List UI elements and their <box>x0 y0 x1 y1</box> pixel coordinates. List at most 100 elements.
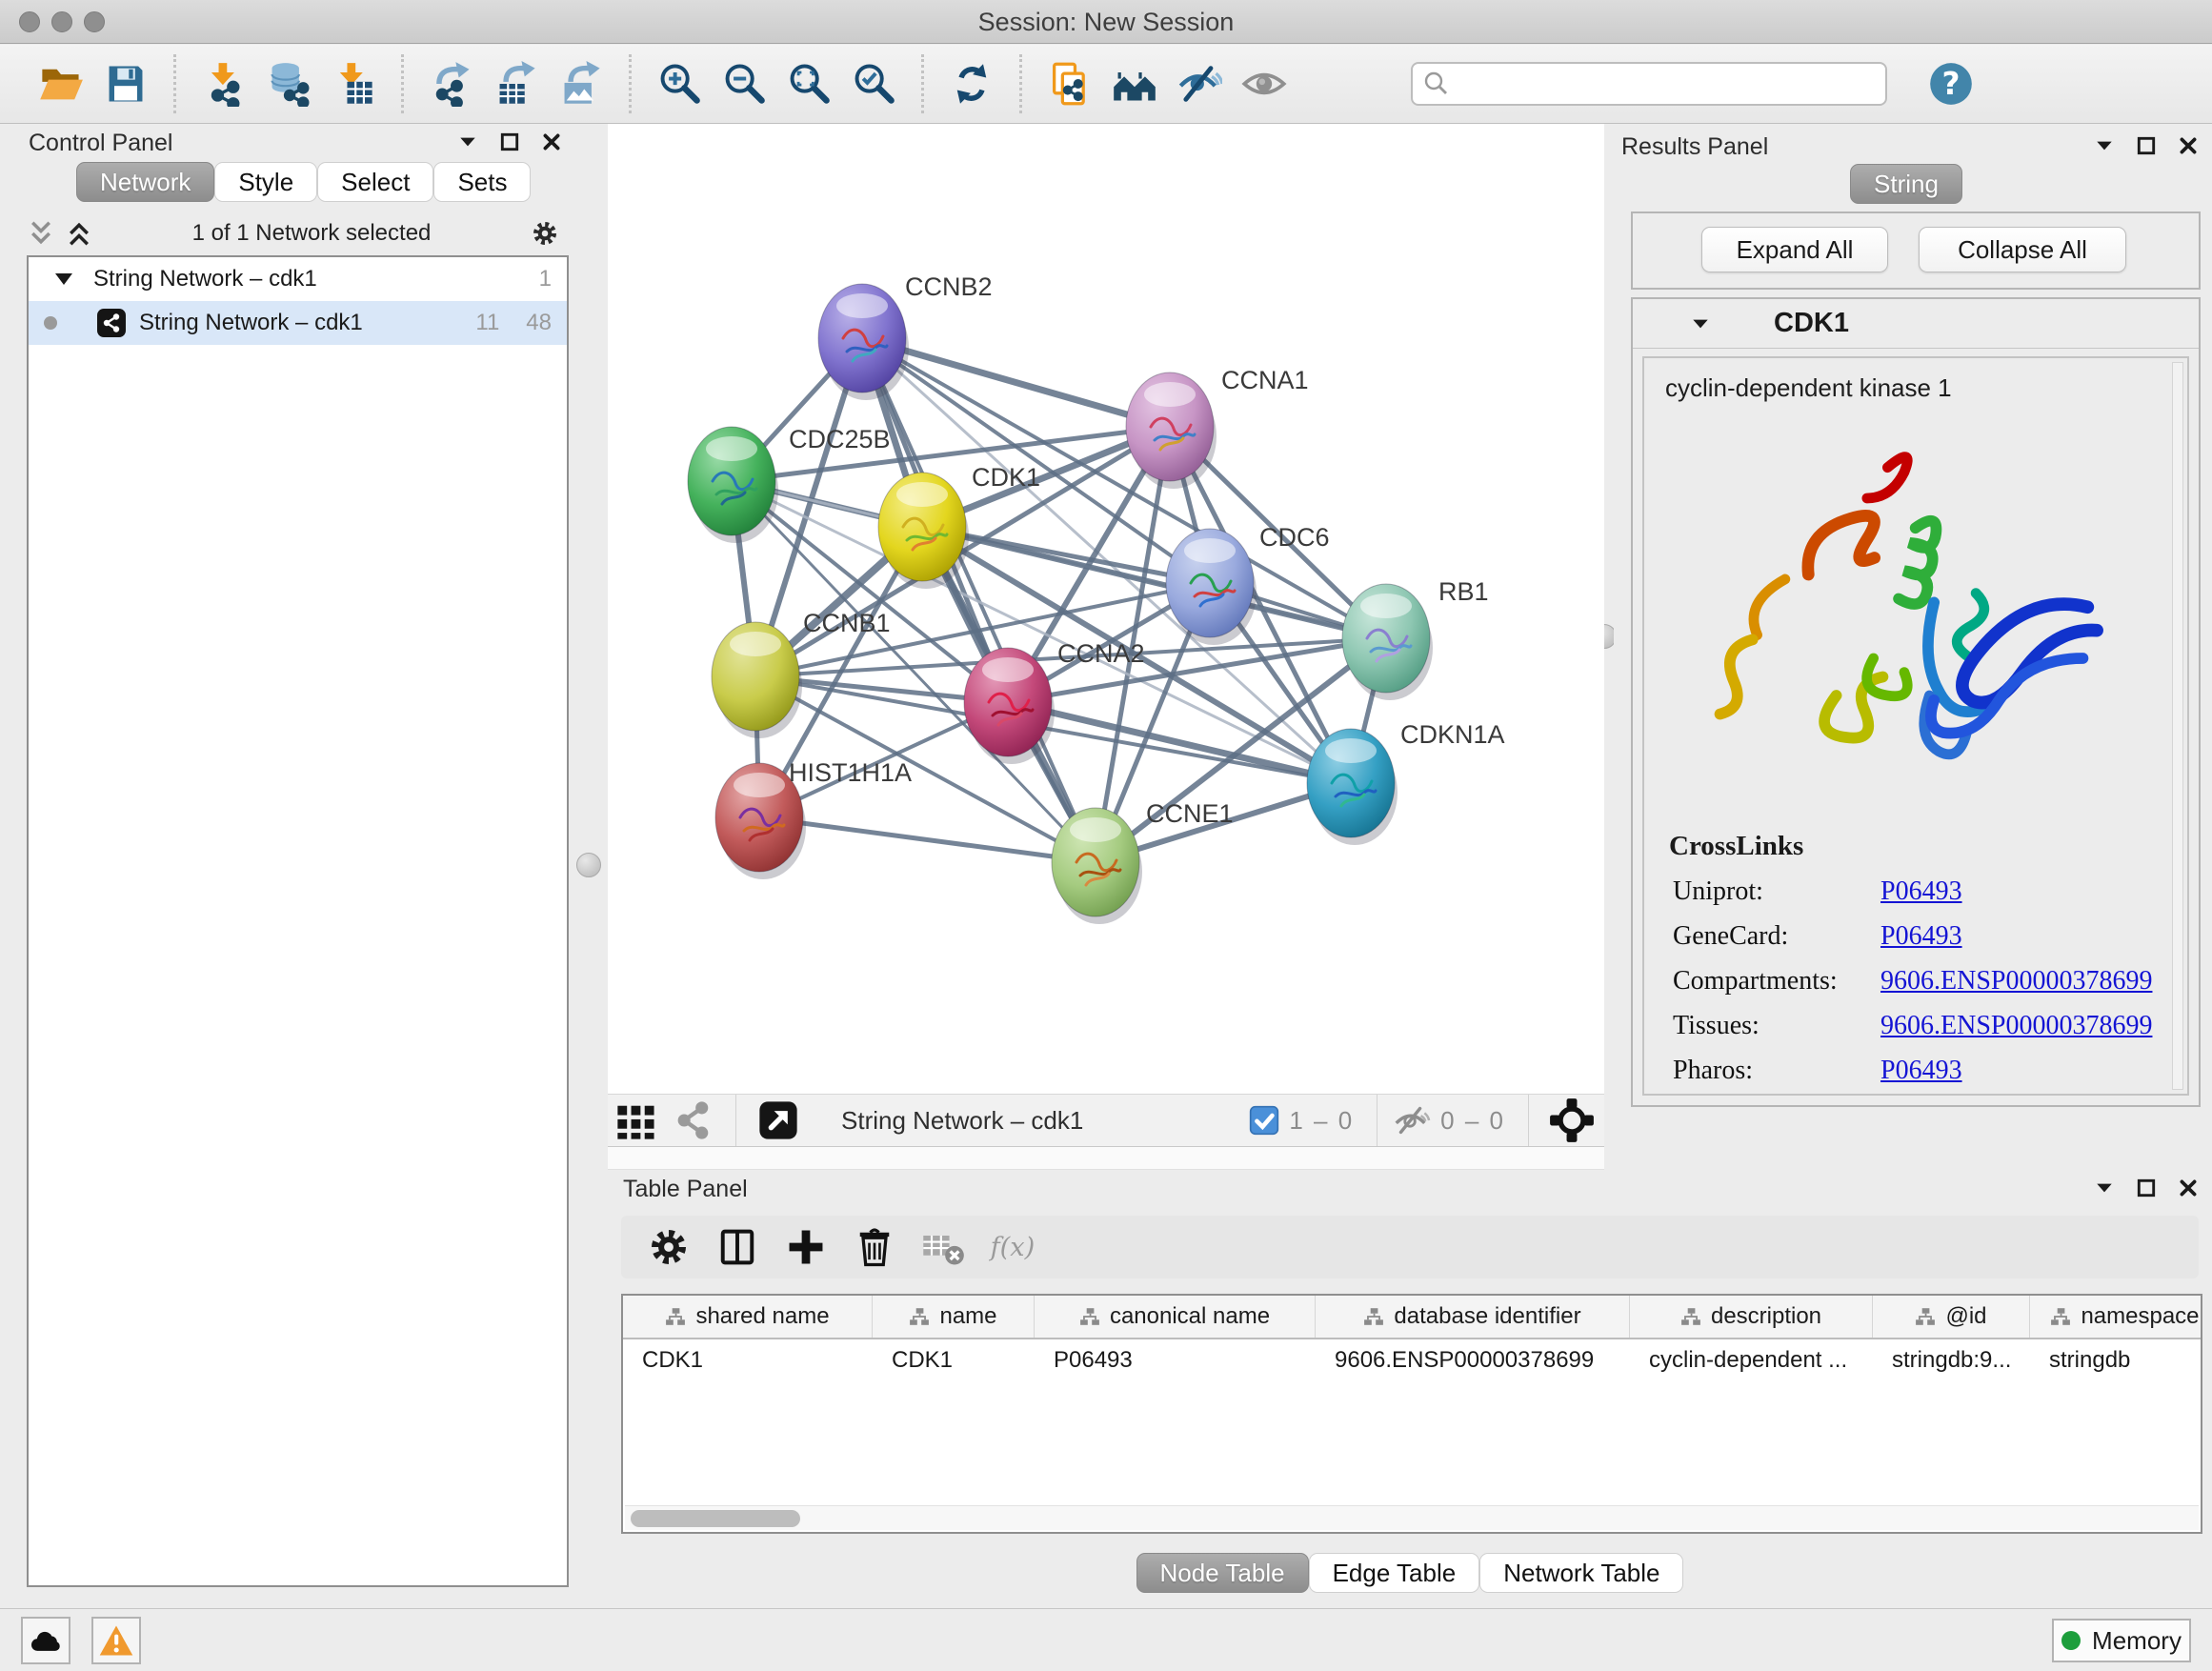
results-scrollbar[interactable] <box>2172 362 2183 1090</box>
column-header-name[interactable]: name <box>873 1296 1035 1338</box>
horizontal-splitter[interactable] <box>608 1147 1604 1170</box>
panel-menu-icon[interactable] <box>2094 1178 2115 1198</box>
network-tree: String Network – cdk1 1 String Network –… <box>27 255 569 1587</box>
crosslink-value[interactable]: 9606.ENSP00000378699 <box>1880 966 2152 997</box>
expand-all-button[interactable]: Expand All <box>1701 227 1888 272</box>
node-CDK1[interactable] <box>878 473 969 589</box>
node-RB1[interactable] <box>1342 584 1433 700</box>
network-row[interactable]: String Network – cdk1 11 48 <box>29 301 567 345</box>
scrollbar-thumb[interactable] <box>631 1510 800 1527</box>
table-hscrollbar[interactable] <box>625 1505 2199 1530</box>
node-CCNB2[interactable] <box>818 284 909 400</box>
export-network-button[interactable] <box>424 53 479 114</box>
duplicate-network-button[interactable] <box>1042 53 1097 114</box>
column-header-database-identifier[interactable]: database identifier <box>1316 1296 1630 1338</box>
node-CCNA2[interactable] <box>964 648 1055 764</box>
share-icon <box>671 1097 716 1143</box>
table-cell[interactable]: stringdb:9... <box>1873 1347 2030 1374</box>
tab-select[interactable]: Select <box>317 162 433 202</box>
collapse-all-icon[interactable] <box>27 219 55 248</box>
crosslink-value[interactable]: P06493 <box>1880 921 1962 952</box>
open-in-window-button[interactable] <box>754 1097 802 1144</box>
panel-menu-icon[interactable] <box>2094 135 2115 156</box>
export-image-button[interactable] <box>553 53 609 114</box>
collection-expander-icon[interactable] <box>55 273 72 285</box>
panel-close-icon[interactable] <box>2178 1178 2199 1198</box>
table-cell[interactable]: P06493 <box>1035 1347 1316 1374</box>
import-database-button[interactable] <box>261 53 316 114</box>
open-session-button[interactable] <box>33 53 89 114</box>
node-CCNA1[interactable] <box>1126 372 1217 489</box>
save-session-button[interactable] <box>98 53 153 114</box>
entry-expander-icon[interactable] <box>1690 313 1711 334</box>
crosslink-value[interactable]: P06493 <box>1880 1056 1962 1086</box>
network-view[interactable]: CCNB2CCNA1CDC25BCDK1CDC6RB1CCNB1CCNA2CDK… <box>608 124 1604 1094</box>
edge-CCNA2-CDKN1A[interactable] <box>1008 702 1351 783</box>
crosslink-value[interactable]: 9606.ENSP00000378699 <box>1880 1011 2152 1041</box>
zoom-out-button[interactable] <box>716 53 772 114</box>
tab-style[interactable]: Style <box>214 162 317 202</box>
collapse-all-button[interactable]: Collapse All <box>1919 227 2126 272</box>
table-cell[interactable]: cyclin-dependent ... <box>1630 1347 1873 1374</box>
memory-button[interactable]: Memory <box>2052 1619 2191 1662</box>
column-header--id[interactable]: @id <box>1873 1296 2030 1338</box>
edge-HIST1H1A-CCNE1[interactable] <box>759 817 1096 862</box>
help-button[interactable]: ? <box>1923 53 1979 114</box>
grid-view-button[interactable] <box>613 1097 660 1144</box>
tab-string[interactable]: String <box>1850 164 1962 204</box>
expand-all-icon[interactable] <box>65 219 93 248</box>
column-header-description[interactable]: description <box>1630 1296 1873 1338</box>
table-cell[interactable]: CDK1 <box>623 1347 873 1374</box>
import-network-button[interactable] <box>196 53 251 114</box>
panel-float-icon[interactable] <box>2136 1178 2157 1198</box>
table-options-gear-button[interactable] <box>639 1218 698 1276</box>
search-input[interactable] <box>1451 70 1860 97</box>
delete-column-button[interactable] <box>845 1218 904 1276</box>
cloud-status-button[interactable] <box>21 1617 70 1664</box>
column-header-namespace[interactable]: namespace <box>2030 1296 2212 1338</box>
tab-network-table[interactable]: Network Table <box>1479 1553 1683 1593</box>
zoom-fit-button[interactable] <box>781 53 836 114</box>
table-cell[interactable]: 9606.ENSP00000378699 <box>1316 1347 1630 1374</box>
network-options-gear-icon[interactable] <box>530 218 560 249</box>
table-cell[interactable]: stringdb <box>2030 1347 2212 1374</box>
tab-node-table[interactable]: Node Table <box>1136 1553 1309 1593</box>
svg-text:f(x): f(x) <box>989 1233 1035 1262</box>
table-row[interactable]: CDK1CDK1P064939606.ENSP00000378699cyclin… <box>623 1339 2201 1381</box>
network-overview-button[interactable] <box>670 1097 717 1144</box>
import-table-button[interactable] <box>326 53 381 114</box>
column-header-shared-name[interactable]: shared name <box>623 1296 873 1338</box>
zoom-in-button[interactable] <box>652 53 707 114</box>
network-graph[interactable]: CCNB2CCNA1CDC25BCDK1CDC6RB1CCNB1CCNA2CDK… <box>608 124 1604 1094</box>
hide-selected-button[interactable] <box>1172 53 1227 114</box>
selected-checkbox-icon[interactable] <box>1249 1105 1279 1136</box>
node-CDKN1A[interactable] <box>1307 729 1398 845</box>
panel-float-icon[interactable] <box>2136 135 2157 156</box>
table-cell[interactable]: CDK1 <box>873 1347 1035 1374</box>
tab-edge-table[interactable]: Edge Table <box>1309 1553 1480 1593</box>
birds-eye-button[interactable] <box>1547 1096 1597 1145</box>
delete-table-button[interactable] <box>914 1218 973 1276</box>
crosslink-value[interactable]: P06493 <box>1880 876 1962 907</box>
tab-network[interactable]: Network <box>76 162 214 202</box>
zoom-selected-button[interactable] <box>846 53 901 114</box>
export-table-button[interactable] <box>489 53 544 114</box>
panel-close-icon[interactable] <box>541 131 562 152</box>
show-columns-button[interactable] <box>708 1218 767 1276</box>
show-all-button[interactable] <box>1237 53 1292 114</box>
panel-close-icon[interactable] <box>2178 135 2199 156</box>
panel-menu-icon[interactable] <box>457 131 478 152</box>
node-CCNB1[interactable] <box>712 622 802 738</box>
column-header-canonical-name[interactable]: canonical name <box>1035 1296 1316 1338</box>
entry-header[interactable]: CDK1 <box>1633 299 2199 349</box>
tab-sets[interactable]: Sets <box>433 162 531 202</box>
function-builder-button[interactable]: f(x) <box>982 1218 1041 1276</box>
warning-button[interactable] <box>91 1617 141 1664</box>
refresh-button[interactable] <box>944 53 999 114</box>
create-column-button[interactable] <box>776 1218 835 1276</box>
left-splitter-handle[interactable] <box>576 853 601 877</box>
node-CCNE1[interactable] <box>1052 808 1142 924</box>
network-collection-row[interactable]: String Network – cdk1 1 <box>29 257 567 301</box>
string-home-button[interactable] <box>1107 53 1162 114</box>
panel-float-icon[interactable] <box>499 131 520 152</box>
